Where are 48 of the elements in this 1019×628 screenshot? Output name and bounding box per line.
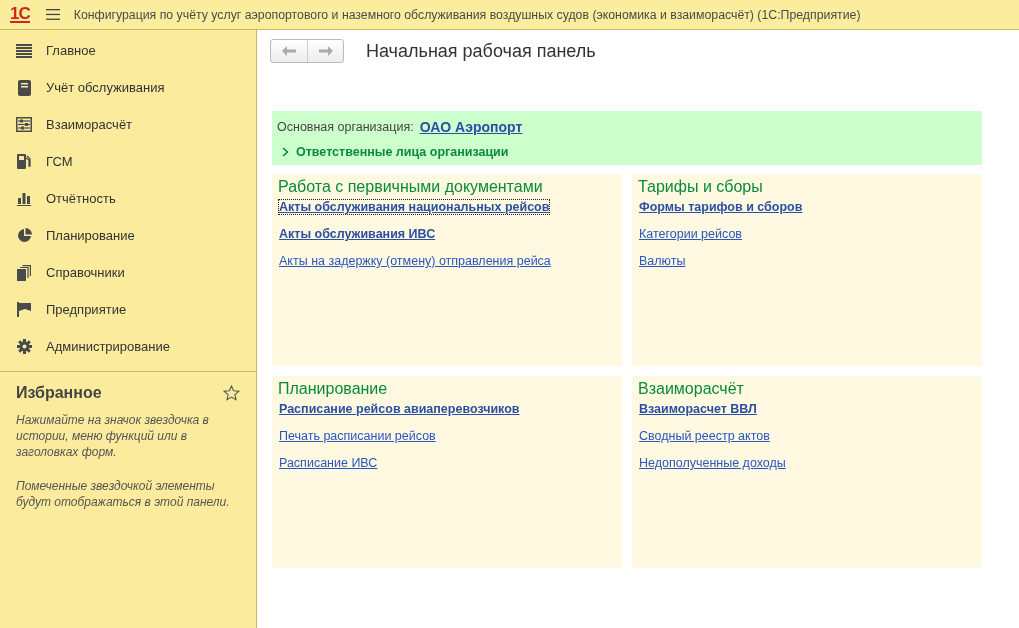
hint-text: Нажимайте на значок звездочка в истории, меню функций или в заголовках форм. bbox=[16, 412, 210, 460]
section-link[interactable]: Сводный реестр актов bbox=[639, 429, 770, 443]
section-title: Тарифы и сборы bbox=[638, 178, 763, 196]
sidebar-item[interactable]: Отчётность bbox=[0, 180, 256, 217]
page-title: Начальная рабочая панель bbox=[366, 40, 596, 62]
organization-label: Основная организация: bbox=[277, 120, 414, 134]
sidebar-item[interactable]: ГСМ bbox=[0, 143, 256, 180]
section-link[interactable]: Недополученные доходы bbox=[639, 456, 786, 470]
sidebar-item[interactable]: Учёт обслуживания bbox=[0, 69, 256, 106]
back-arrow-icon bbox=[282, 46, 296, 56]
books-icon bbox=[17, 264, 31, 281]
section-title: Взаиморасчёт bbox=[638, 380, 744, 398]
sidebar-item[interactable]: Взаиморасчёт bbox=[0, 106, 256, 143]
section-link[interactable]: Акты на задержку (отмену) отправления рейса bbox=[279, 254, 551, 268]
flag-icon bbox=[17, 302, 31, 317]
fuel-pump-icon bbox=[17, 154, 31, 169]
section-title: Работа с первичными документами bbox=[278, 178, 543, 196]
settings-icon bbox=[16, 339, 32, 354]
chevron-icon bbox=[281, 147, 290, 157]
sidebar-item[interactable]: Администрирование bbox=[0, 328, 256, 365]
section-link[interactable]: Акты обслуживания национальных рейсов bbox=[279, 200, 550, 214]
section-link[interactable]: Взаиморасчет ВВЛ bbox=[639, 402, 757, 416]
section-link[interactable]: Акты обслуживания ИВС bbox=[279, 227, 436, 241]
sidebar-item[interactable]: Главное bbox=[0, 32, 256, 69]
section-title: Планирование bbox=[278, 380, 388, 398]
organization-link[interactable]: ОАО Аэропорт bbox=[419, 119, 523, 135]
forward-arrow-icon bbox=[318, 46, 333, 56]
favorites-title: Избранное bbox=[16, 384, 102, 402]
sidebar-item[interactable]: Предприятие bbox=[0, 291, 256, 328]
section-link[interactable]: Категории рейсов bbox=[639, 227, 742, 241]
sidebar-item[interactable]: Планирование bbox=[0, 217, 256, 254]
bar-chart-icon bbox=[17, 191, 31, 206]
menu-icon[interactable] bbox=[45, 9, 60, 20]
pie-chart-icon bbox=[16, 228, 32, 243]
star-icon[interactable] bbox=[223, 385, 240, 401]
sidebar-item[interactable]: Справочники bbox=[0, 254, 256, 291]
section-link[interactable]: Формы тарифов и сборов bbox=[639, 200, 803, 214]
menu-icon bbox=[16, 43, 32, 58]
group-toggle[interactable]: Ответственные лица организации bbox=[277, 145, 977, 159]
logo: 1С bbox=[10, 6, 30, 23]
section-link[interactable]: Печать расписании рейсов bbox=[279, 429, 436, 443]
hint-text: Помеченные звездочкой элементы будут отображаться в этой панели. bbox=[16, 478, 231, 510]
section-link[interactable]: Расписание ИВС bbox=[279, 456, 378, 470]
abacus-icon bbox=[16, 117, 32, 132]
section-link[interactable]: Валюты bbox=[639, 254, 686, 268]
section-link[interactable]: Расписание рейсов авиаперевозчиков bbox=[279, 402, 520, 416]
document-icon bbox=[17, 79, 31, 96]
window-title: Конфигурация по учёту услуг аэропортового и наземного обслуживания воздушных судов (экономика и взаиморасчёт) (1С:Предприятие) bbox=[73, 7, 861, 22]
